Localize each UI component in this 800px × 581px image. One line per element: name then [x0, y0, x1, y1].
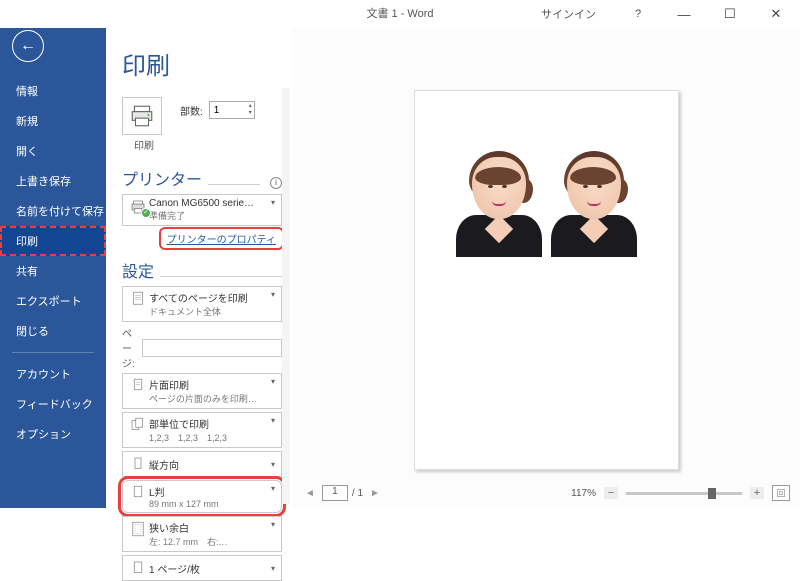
- collate-dropdown[interactable]: 部単位で印刷 1,2,3 1,2,3 1,2,3 ▾: [122, 412, 282, 448]
- chevron-down-icon: ▾: [269, 198, 277, 207]
- pages-input[interactable]: [142, 339, 282, 357]
- chevron-down-icon: ▾: [269, 564, 277, 573]
- prev-page-button[interactable]: ◄: [302, 488, 318, 499]
- paper-size-dropdown[interactable]: L判 89 mm x 127 mm ▾: [122, 480, 282, 513]
- sidebar-separator: [12, 352, 94, 353]
- chevron-down-icon: ▾: [269, 484, 277, 493]
- sidebar-item-feedback[interactable]: フィードバック: [0, 389, 106, 419]
- settings-section-title: 設定: [122, 258, 154, 282]
- print-preview-panel: ◄ 1 / 1 ► 117% − +: [292, 28, 800, 508]
- sidebar-item-open[interactable]: 開く: [0, 136, 106, 166]
- sidebar-item-share[interactable]: 共有: [0, 256, 106, 286]
- signin-link[interactable]: サインイン: [541, 6, 596, 22]
- printer-big-icon: [122, 97, 162, 135]
- portrait-icon: [127, 455, 149, 473]
- preview-footer: ◄ 1 / 1 ► 117% − +: [302, 482, 790, 504]
- printer-info-icon[interactable]: i: [270, 177, 282, 189]
- settings-scrollbar[interactable]: [282, 88, 290, 504]
- copies-label: 部数:: [180, 103, 203, 118]
- printer-properties-link[interactable]: プリンターのプロパティ: [161, 229, 282, 248]
- printer-name: Canon MG6500 serie…: [149, 198, 269, 209]
- printer-section-title: プリンター: [122, 166, 202, 190]
- zoom-level-label: 117%: [571, 488, 596, 499]
- zoom-out-button[interactable]: −: [604, 487, 618, 499]
- print-button-label: 印刷: [122, 137, 166, 152]
- printer-ready-icon: ✓: [141, 208, 151, 218]
- print-range-dropdown[interactable]: すべてのページを印刷 ドキュメント全体 ▾: [122, 286, 282, 322]
- margins-icon: [127, 520, 149, 538]
- paper-icon: [127, 484, 149, 502]
- back-button[interactable]: ←: [12, 30, 44, 62]
- zoom-in-button[interactable]: +: [750, 487, 764, 499]
- print-button[interactable]: 印刷: [122, 97, 166, 152]
- pages-per-sheet-dropdown[interactable]: 1 ページ/枚 ▾: [122, 555, 282, 581]
- backstage-sidebar: ← 情報 新規 開く 上書き保存 名前を付けて保存 印刷 共有 エクスポート 閉…: [0, 28, 106, 508]
- sidebar-item-new[interactable]: 新規: [0, 106, 106, 136]
- sidebar-item-info[interactable]: 情報: [0, 76, 106, 106]
- sidebar-item-print[interactable]: 印刷: [0, 226, 106, 256]
- title-bar: 文書 1 - Word サインイン ? — ☐ ✕: [0, 0, 800, 28]
- page-number-input[interactable]: 1: [322, 485, 348, 501]
- back-arrow-icon: ←: [20, 37, 36, 55]
- chevron-down-icon: ▾: [269, 460, 277, 469]
- id-photo-2: [551, 147, 636, 257]
- maximize-button[interactable]: ☐: [714, 6, 746, 22]
- copies-spinner[interactable]: 1: [209, 101, 255, 119]
- chevron-down-icon: ▾: [269, 377, 277, 386]
- margins-dropdown[interactable]: 狭い余白 左: 12.7 mm 右:… ▾: [122, 516, 282, 552]
- id-photo-1: [456, 147, 541, 257]
- sidebar-item-account[interactable]: アカウント: [0, 359, 106, 389]
- printer-status: 準備完了: [149, 209, 269, 222]
- zoom-slider[interactable]: [626, 492, 742, 495]
- help-button[interactable]: ?: [622, 8, 654, 20]
- next-page-button[interactable]: ►: [367, 488, 383, 499]
- chevron-down-icon: ▾: [269, 290, 277, 299]
- sidebar-item-close[interactable]: 閉じる: [0, 316, 106, 346]
- page-total-label: / 1: [352, 488, 363, 499]
- pages-icon: [127, 290, 149, 308]
- one-page-icon: [127, 559, 149, 577]
- chevron-down-icon: ▾: [269, 416, 277, 425]
- sidebar-item-saveas[interactable]: 名前を付けて保存: [0, 196, 106, 226]
- close-button[interactable]: ✕: [760, 6, 792, 22]
- preview-page: [414, 90, 679, 470]
- chevron-down-icon: ▾: [269, 520, 277, 529]
- fit-to-page-button[interactable]: [772, 485, 790, 501]
- sidebar-item-export[interactable]: エクスポート: [0, 286, 106, 316]
- pages-label: ページ:: [122, 325, 138, 370]
- minimize-button[interactable]: —: [668, 7, 700, 22]
- duplex-dropdown[interactable]: 片面印刷 ページの片面のみを印刷… ▾: [122, 373, 282, 409]
- collate-icon: [127, 416, 149, 434]
- printer-dropdown[interactable]: ✓ Canon MG6500 serie… 準備完了 ▾: [122, 194, 282, 226]
- orientation-dropdown[interactable]: 縦方向 ▾: [122, 451, 282, 477]
- print-settings-panel: 印刷 印刷 部数: 1 プリンター i: [106, 28, 292, 508]
- window-title: 文書 1 - Word: [366, 5, 433, 21]
- sidebar-item-options[interactable]: オプション: [0, 419, 106, 449]
- page-title: 印刷: [122, 46, 282, 81]
- printer-icon: ✓: [127, 198, 149, 216]
- sidebar-item-save[interactable]: 上書き保存: [0, 166, 106, 196]
- page-single-icon: [127, 377, 149, 395]
